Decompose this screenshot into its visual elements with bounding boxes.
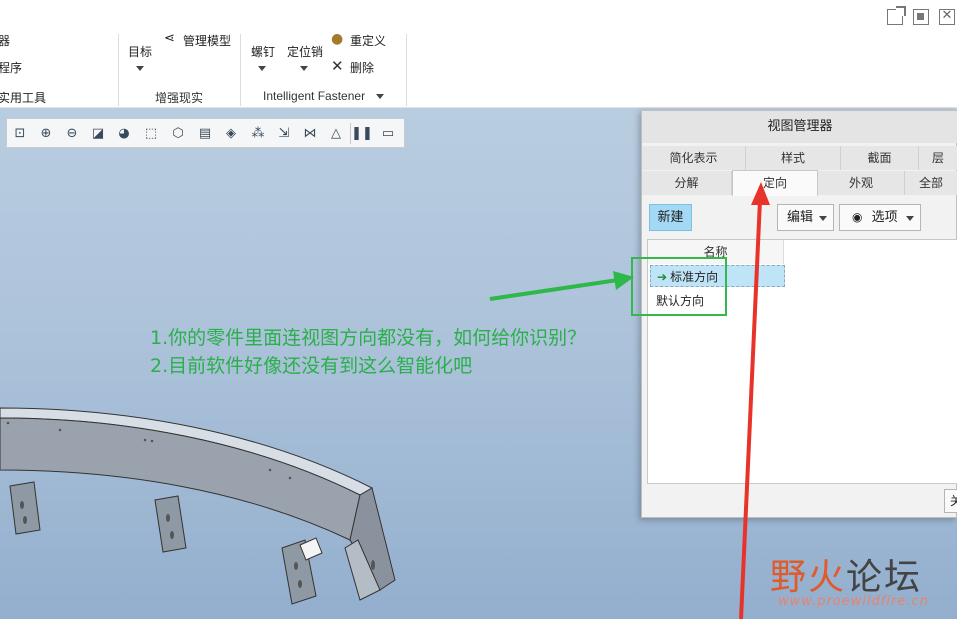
options-dropdown-label: 选项 xyxy=(871,210,898,225)
chevron-down-icon xyxy=(819,216,827,221)
annotation-line-2: 2.目前软件好像还没有到这么智能化吧 xyxy=(150,355,473,377)
zoom-in-icon[interactable]: ⊕ xyxy=(37,124,55,142)
ribbon-group-label-ar: 增强现实 xyxy=(155,91,204,105)
watermark-title-b: 论坛 xyxy=(846,557,923,598)
locating-pin-button[interactable]: 定位销 xyxy=(287,43,323,60)
ribbon-separator xyxy=(118,34,119,106)
pause-icon[interactable]: ❚❚ xyxy=(351,124,373,142)
annotation-line-1: 1.你的零件里面连视图方向都没有，如何给你识别？ xyxy=(150,327,587,349)
ribbon-group-label-fastener[interactable]: Intelligent Fastener xyxy=(263,89,365,103)
new-button[interactable]: 新建 xyxy=(649,204,692,231)
tab-layers[interactable]: 层 xyxy=(919,146,957,170)
ribbon-item-partial-1[interactable]: 器 xyxy=(0,32,10,49)
delete-button[interactable]: 删除 xyxy=(350,59,374,76)
chevron-down-icon[interactable] xyxy=(300,66,308,71)
eye-icon: ◉ xyxy=(852,210,863,224)
annotation-icon[interactable]: ⇲ xyxy=(275,124,293,142)
edit-dropdown-label: 编辑 xyxy=(787,210,814,225)
watermark-url: www.proewildfire.cn xyxy=(778,594,929,609)
chevron-down-icon[interactable] xyxy=(376,94,384,99)
external-window-icon[interactable] xyxy=(887,6,906,25)
ribbon-separator xyxy=(406,34,407,106)
forum-watermark: 野火论坛 xyxy=(770,548,922,600)
ribbon: 器 程序 实用工具 目标 ⋖ 管理模型 增强现实 螺钉 定位销 ● 重定义 ✕ … xyxy=(0,31,957,108)
shading-icon[interactable]: ◕ xyxy=(115,124,133,142)
ribbon-group-label-utilities: 实用工具 xyxy=(0,91,47,105)
screw-button[interactable]: 螺钉 xyxy=(251,43,275,60)
redefine-button[interactable]: 重定义 xyxy=(350,32,386,49)
share-icon: ⋖ xyxy=(164,31,175,46)
chevron-down-icon xyxy=(906,216,914,221)
tab-style[interactable]: 样式 xyxy=(746,146,841,170)
view-manager-icon[interactable]: ◈ xyxy=(222,124,240,142)
tab-orient[interactable]: 定向 xyxy=(732,170,818,196)
spin-center-icon[interactable]: ⋈ xyxy=(301,124,319,142)
watermark-title-a: 野火 xyxy=(770,557,847,598)
highlight-box xyxy=(631,257,727,316)
close-dialog-button[interactable]: 关 xyxy=(944,489,957,513)
datum-display-icon[interactable]: ⁂ xyxy=(249,124,267,142)
zoom-fit-icon[interactable]: ⊡ xyxy=(11,124,29,142)
saved-views-icon[interactable]: ⬡ xyxy=(169,124,187,142)
chevron-down-icon[interactable] xyxy=(136,66,144,71)
display-style-icon[interactable]: △ xyxy=(327,124,345,142)
tab-appearance[interactable]: 外观 xyxy=(818,171,905,195)
redefine-icon: ● xyxy=(331,31,344,47)
reorient-icon[interactable]: ▭ xyxy=(379,124,397,142)
dialog-title: 视图管理器 xyxy=(642,111,957,143)
tab-simplified-rep[interactable]: 简化表示 xyxy=(642,146,746,170)
delete-icon: ✕ xyxy=(331,57,344,75)
view-toolbar: ⊡ ⊕ ⊖ ◪ ◕ ⬚ ⬡ ▤ ◈ ⁂ ⇲ ⋈ △ ❚❚ ▭ xyxy=(6,118,405,148)
wireframe-icon[interactable]: ⬚ xyxy=(142,124,160,142)
window-titlebar: ✕ xyxy=(0,0,957,34)
chevron-down-icon[interactable] xyxy=(258,66,266,71)
close-icon[interactable]: ✕ xyxy=(939,9,955,25)
repaint-icon[interactable]: ◪ xyxy=(89,124,107,142)
ribbon-separator xyxy=(240,34,241,106)
tab-explode[interactable]: 分解 xyxy=(642,171,732,195)
manage-model-button[interactable]: 管理模型 xyxy=(183,32,231,49)
tab-all[interactable]: 全部 xyxy=(905,171,957,195)
tab-section[interactable]: 截面 xyxy=(841,146,919,170)
target-button[interactable]: 目标 xyxy=(128,43,152,60)
options-dropdown[interactable]: ◉ 选项 xyxy=(839,204,921,231)
ribbon-item-partial-2[interactable]: 程序 xyxy=(0,59,22,76)
edit-dropdown[interactable]: 编辑 xyxy=(777,204,834,231)
maximize-icon[interactable] xyxy=(913,9,929,25)
layers-icon[interactable]: ▤ xyxy=(196,124,214,142)
zoom-out-icon[interactable]: ⊖ xyxy=(63,124,81,142)
